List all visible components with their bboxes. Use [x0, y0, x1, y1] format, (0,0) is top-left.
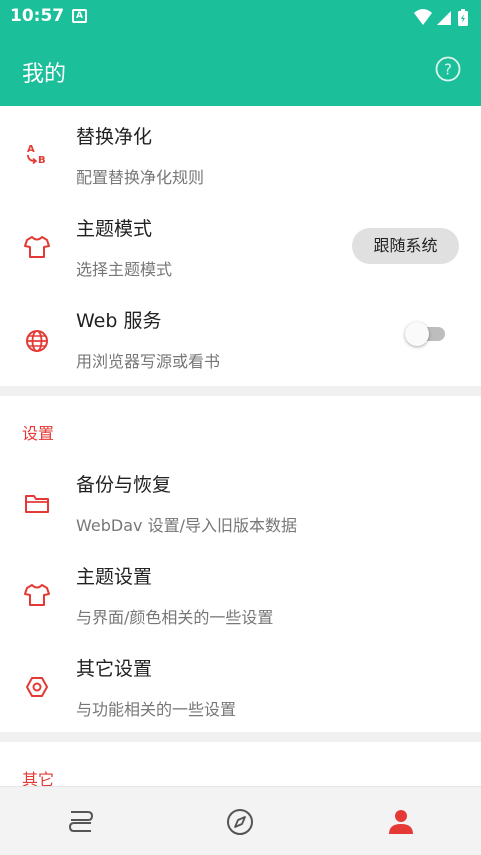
- backup-restore-item[interactable]: 备份与恢复 WebDav 设置/导入旧版本数据: [0, 454, 481, 546]
- app-bar: 我的 ?: [0, 34, 481, 106]
- wifi-icon: [414, 9, 432, 25]
- other-settings-subtitle: 与功能相关的一些设置: [76, 700, 237, 719]
- tshirt-icon: [24, 584, 50, 606]
- theme-mode-subtitle: 选择主题模式: [76, 260, 173, 279]
- web-service-title: Web 服务: [76, 310, 162, 332]
- other-section-header: 其它: [22, 770, 55, 786]
- theme-settings-subtitle: 与界面/颜色相关的一些设置: [76, 608, 274, 627]
- status-bar: 10:57 A: [0, 0, 481, 34]
- theme-mode-value-chip[interactable]: 跟随系统: [352, 228, 459, 264]
- replace-title: 替换净化: [76, 126, 153, 148]
- tshirt-icon: [24, 236, 50, 258]
- theme-settings-title: 主题设置: [76, 566, 153, 588]
- svg-text:B: B: [38, 155, 46, 166]
- globe-icon: [26, 330, 48, 352]
- svg-text:?: ?: [444, 61, 452, 79]
- bookshelf-icon[interactable]: [66, 807, 96, 837]
- web-service-item[interactable]: Web 服务 用浏览器写源或看书: [0, 290, 481, 382]
- bottom-navigation: [0, 786, 481, 855]
- web-service-subtitle: 用浏览器写源或看书: [76, 352, 221, 371]
- backup-subtitle: WebDav 设置/导入旧版本数据: [76, 516, 297, 535]
- settings-list: A B 替换净化 配置替换净化规则 主题模式 选择主题模式 跟随系统 Web 服…: [0, 106, 481, 786]
- system-icons: [414, 9, 468, 26]
- profile-person-icon[interactable]: [386, 807, 416, 837]
- theme-mode-item[interactable]: 主题模式 选择主题模式 跟随系统: [0, 198, 481, 290]
- theme-settings-item[interactable]: 主题设置 与界面/颜色相关的一些设置: [0, 546, 481, 638]
- cellular-signal-icon: [437, 11, 451, 25]
- other-settings-item[interactable]: 其它设置 与功能相关的一些设置: [0, 638, 481, 730]
- other-settings-title: 其它设置: [76, 658, 153, 680]
- hexagon-settings-icon: [26, 677, 48, 697]
- explore-compass-icon[interactable]: [225, 807, 255, 837]
- replace-ab-icon: A B: [27, 144, 46, 166]
- section-divider: [0, 386, 481, 396]
- status-time: 10:57: [10, 6, 65, 26]
- page-title: 我的: [22, 62, 67, 87]
- battery-charging-icon: [458, 9, 468, 26]
- backup-title: 备份与恢复: [76, 474, 172, 496]
- svg-text:A: A: [27, 144, 35, 155]
- folder-icon: [25, 495, 49, 513]
- web-service-toggle[interactable]: [405, 322, 445, 346]
- theme-mode-title: 主题模式: [76, 218, 153, 240]
- notification-badge: A: [72, 9, 87, 23]
- help-circle-icon[interactable]: ?: [435, 56, 461, 82]
- replace-rule-item[interactable]: A B 替换净化 配置替换净化规则: [0, 106, 481, 198]
- toggle-thumb: [405, 322, 429, 346]
- replace-subtitle: 配置替换净化规则: [76, 168, 205, 187]
- section-divider: [0, 732, 481, 742]
- settings-section-header: 设置: [22, 424, 55, 443]
